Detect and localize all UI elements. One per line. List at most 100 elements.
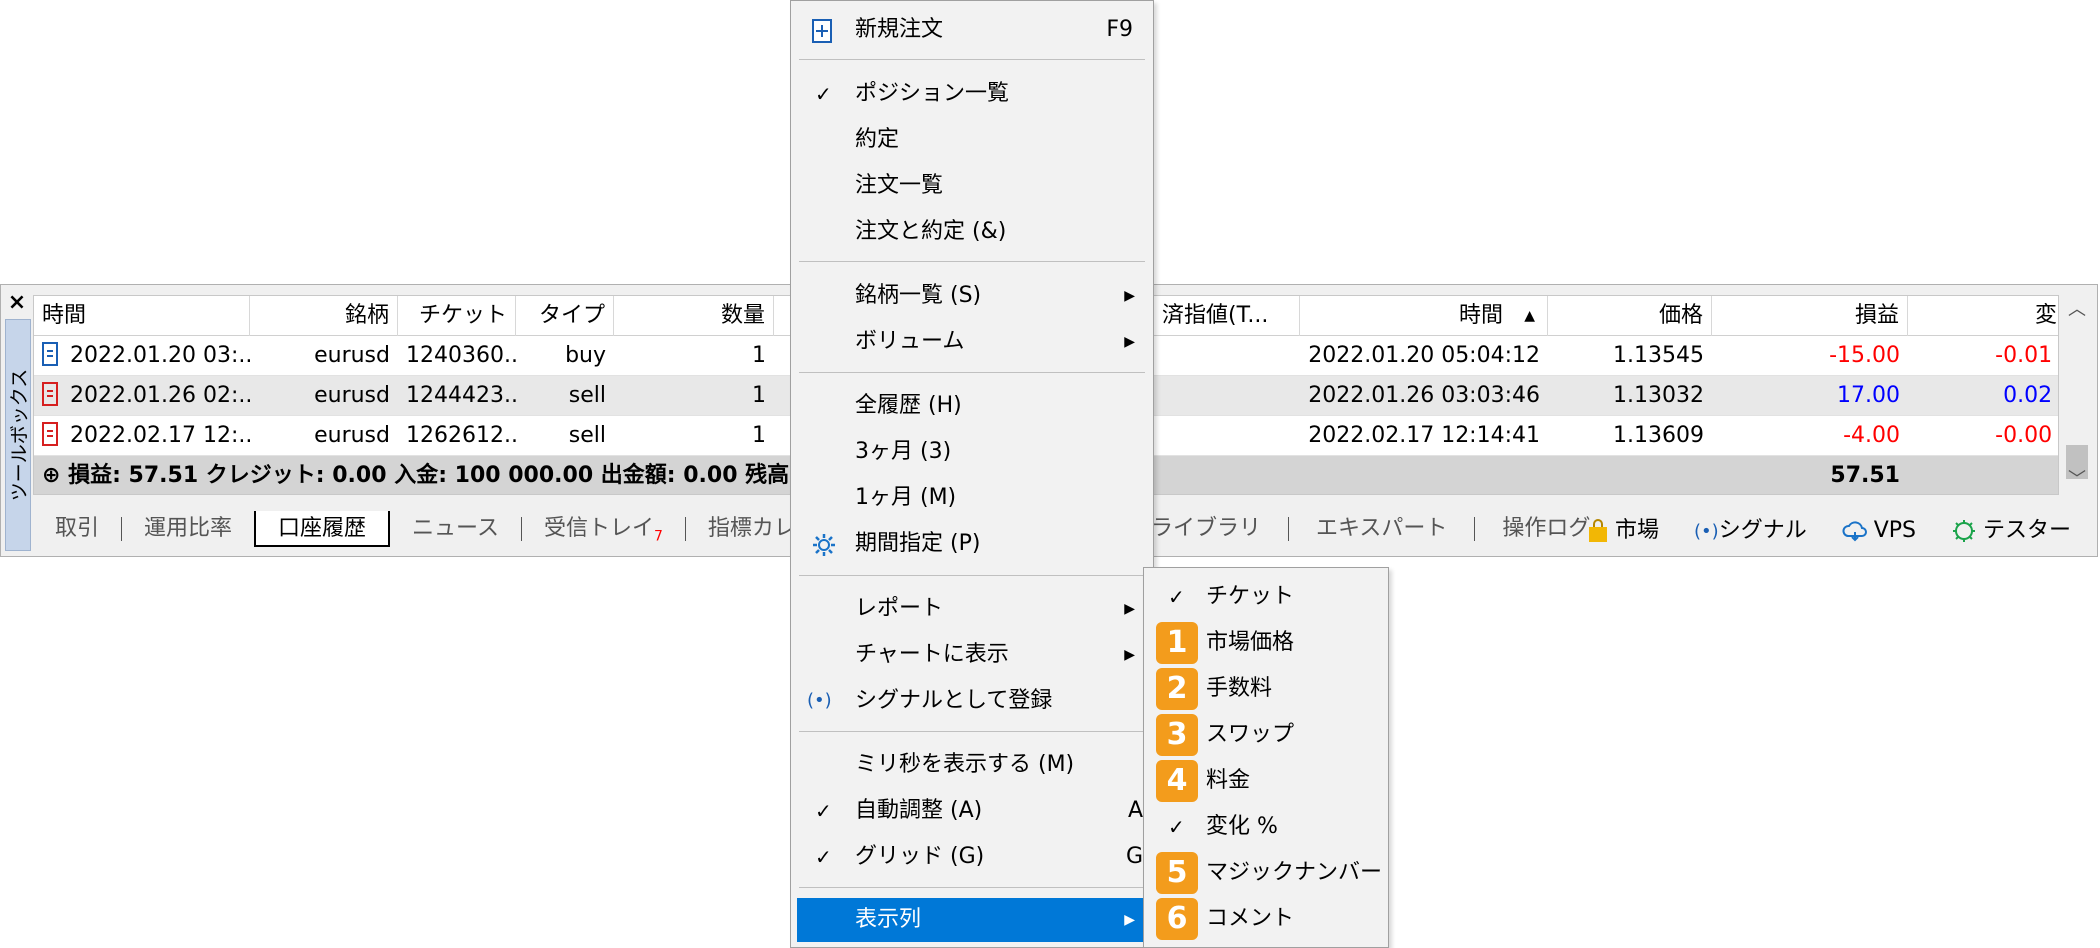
number-badge: 1	[1156, 622, 1198, 664]
menu-label: ボリューム	[855, 329, 965, 354]
tab-trade[interactable]: 取引	[33, 511, 121, 547]
cell-symbol: eurusd	[314, 423, 390, 448]
menu-item-grid[interactable]: ✓ グリッド (G) G	[797, 835, 1147, 879]
tester-button[interactable]: テスター	[1951, 513, 2071, 549]
submenu-arrow-icon: ▶	[1124, 334, 1135, 350]
submenu-item-swap[interactable]: 3 スワップ	[1150, 712, 1386, 758]
menu-label: ミリ秒を表示する (M)	[855, 752, 1075, 777]
submenu-label: 変化 %	[1206, 814, 1278, 839]
summary-text: ⊕ 損益: 57.51 クレジット: 0.00 入金: 100 000.00 出…	[42, 463, 794, 488]
cell-price: 1.13609	[1613, 423, 1704, 448]
vps-button[interactable]: VPS	[1842, 513, 1916, 549]
check-icon: ✓	[815, 845, 832, 869]
signal-icon: (•)	[807, 690, 832, 711]
vertical-scrollbar[interactable]: ︿ ﹀	[2063, 295, 2091, 495]
tester-icon	[1952, 520, 1975, 542]
menu-item-report[interactable]: レポート ▶	[797, 587, 1147, 631]
menu-item-show-on-chart[interactable]: チャートに表示 ▶	[797, 633, 1147, 677]
col-header-time[interactable]: 時間	[34, 296, 250, 336]
menu-separator	[799, 59, 1145, 60]
submenu-item-magic-number[interactable]: 5 マジックナンバー	[1150, 850, 1386, 896]
cell-profit: -4.00	[1843, 423, 1900, 448]
signals-button[interactable]: (•)シグナル	[1694, 513, 1807, 550]
cell-volume: 1	[752, 383, 766, 408]
toolbox-side-tab[interactable]: ツールボックス	[5, 319, 31, 551]
scroll-down-icon[interactable]: ﹀	[2063, 465, 2091, 495]
tab-news[interactable]: ニュース	[390, 511, 521, 547]
tab-history[interactable]: 口座履歴	[254, 511, 391, 547]
number-badge: 6	[1156, 898, 1198, 940]
deal-sell-icon	[42, 382, 58, 406]
tab-exposure[interactable]: 運用比率	[122, 511, 254, 547]
tab-library[interactable]: ライブラリ	[1151, 516, 1261, 541]
cell-type: sell	[568, 383, 606, 408]
tab-divider	[1474, 517, 1476, 541]
menu-item-3-months[interactable]: 3ヶ月 (3)	[797, 430, 1147, 474]
cell-type: sell	[568, 423, 606, 448]
menu-item-all-history[interactable]: 全履歴 (H)	[797, 384, 1147, 428]
market-button[interactable]: 市場	[1587, 513, 1659, 549]
cell-price: 1.13545	[1613, 343, 1704, 368]
submenu-label: スワップ	[1206, 722, 1295, 747]
col-header-tp[interactable]: 済指値(T...	[1154, 296, 1300, 336]
col-header-close-time-label: 時間	[1458, 303, 1503, 328]
col-header-close-time[interactable]: 時間 ▲	[1300, 296, 1548, 336]
signal-icon: (•)	[1694, 521, 1719, 542]
menu-item-positions[interactable]: ✓ ポジション一覧	[797, 72, 1147, 116]
cell-close-time: 2022.02.17 12:14:41	[1308, 423, 1540, 448]
cell-volume: 1	[752, 423, 766, 448]
menu-label: 1ヶ月 (M)	[855, 485, 957, 510]
menu-item-auto-arrange[interactable]: ✓ 自動調整 (A) A	[797, 789, 1147, 833]
menu-item-volume[interactable]: ボリューム ▶	[797, 320, 1147, 364]
col-header-ticket[interactable]: チケット	[398, 296, 516, 336]
menu-item-columns[interactable]: 表示列 ▶	[797, 898, 1147, 942]
col-header-type[interactable]: タイプ	[516, 296, 614, 336]
menu-label: 注文と約定 (&)	[855, 219, 1007, 244]
menu-item-1-month[interactable]: 1ヶ月 (M)	[797, 476, 1147, 520]
menu-item-show-milliseconds[interactable]: ミリ秒を表示する (M)	[797, 743, 1147, 787]
menu-item-deals[interactable]: 約定	[797, 118, 1147, 162]
menu-item-symbols[interactable]: 銘柄一覧 (S) ▶	[797, 274, 1147, 318]
cell-symbol: eurusd	[314, 383, 390, 408]
submenu-item-comment[interactable]: 6 コメント	[1150, 896, 1386, 942]
menu-item-register-signal[interactable]: (•) シグナルとして登録	[797, 679, 1147, 723]
toolbox-tabs-right: ライブラリ エキスパート 操作ログ	[1151, 511, 1590, 551]
submenu-item-market-price[interactable]: 1 市場価格	[1150, 620, 1386, 666]
menu-separator	[799, 372, 1145, 373]
check-icon: ✓	[815, 799, 832, 823]
tab-mailbox[interactable]: 受信トレイ7	[522, 511, 685, 547]
col-header-price[interactable]: 価格	[1548, 296, 1712, 336]
menu-separator	[799, 731, 1145, 732]
menu-label: チャートに表示	[855, 642, 1009, 667]
menu-item-orders-and-deals[interactable]: 注文と約定 (&)	[797, 210, 1147, 254]
submenu-item-ticket[interactable]: ✓ チケット	[1150, 574, 1386, 620]
cell-change: 0.02 %	[2003, 383, 2058, 408]
cell-profit: 17.00	[1837, 383, 1900, 408]
submenu-item-commission[interactable]: 2 手数料	[1150, 666, 1386, 712]
submenu-item-change-percent[interactable]: ✓ 変化 %	[1150, 804, 1386, 850]
submenu-arrow-icon: ▶	[1124, 912, 1135, 928]
tab-experts[interactable]: エキスパート	[1316, 516, 1447, 541]
col-header-volume[interactable]: 数量	[614, 296, 774, 336]
number-badge: 3	[1156, 714, 1198, 756]
cell-ticket: 1240360...	[406, 343, 516, 368]
scroll-up-icon[interactable]: ︿	[2063, 295, 2091, 325]
menu-item-custom-period[interactable]: 期間指定 (P)	[797, 522, 1147, 566]
submenu-label: マジックナンバー	[1206, 860, 1383, 885]
menu-item-orders[interactable]: 注文一覧	[797, 164, 1147, 208]
col-header-symbol[interactable]: 銘柄	[250, 296, 398, 336]
submenu-item-fee[interactable]: 4 料金	[1150, 758, 1386, 804]
toolbox-side-label: ツールボックス	[8, 368, 31, 502]
deal-buy-icon	[42, 342, 58, 366]
check-icon: ✓	[1168, 585, 1185, 609]
menu-item-new-order[interactable]: 新規注文 F9	[797, 8, 1147, 52]
tab-mailbox-label: 受信トレイ	[543, 516, 654, 541]
menu-separator	[799, 887, 1145, 888]
col-header-profit[interactable]: 損益	[1712, 296, 1908, 336]
submenu-label: 料金	[1206, 768, 1251, 793]
close-icon[interactable]: ×	[5, 291, 29, 315]
col-header-change[interactable]: 変更	[1908, 296, 2058, 336]
menu-label: レポート	[855, 596, 944, 621]
deal-sell-icon	[42, 422, 58, 446]
vps-label: VPS	[1873, 518, 1916, 543]
